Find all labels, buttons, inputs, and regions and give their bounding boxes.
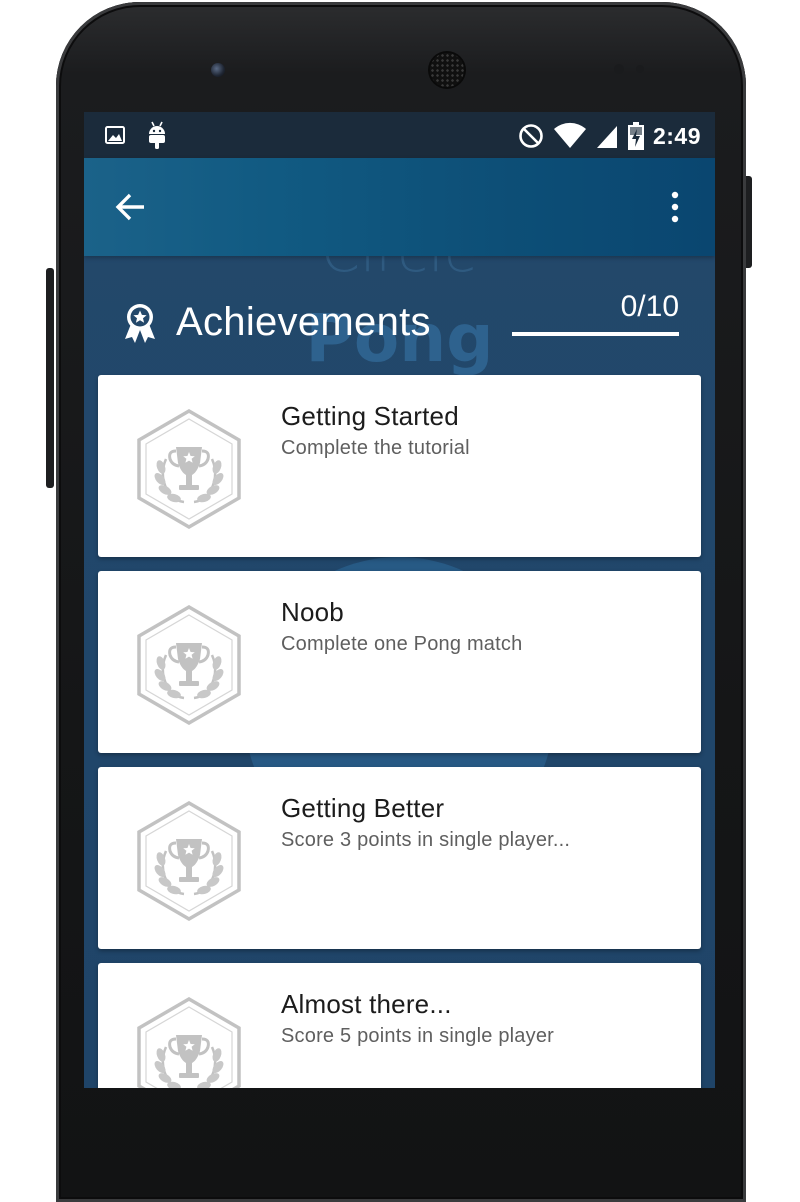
achievement-title: Almost there...: [281, 989, 452, 1019]
image-icon: [105, 126, 125, 144]
android-icon: [149, 121, 165, 149]
achievement-description: Score 3 points in single player...: [281, 829, 571, 851]
page-title: Achievements: [176, 300, 431, 344]
achievement-card[interactable]: Almost there... Score 5 points in single…: [98, 963, 701, 1088]
achievement-description: Complete one Pong match: [281, 633, 523, 655]
status-time: 2:49: [652, 122, 701, 149]
achievements-header: Achievements 0/10: [84, 288, 715, 368]
trophy-badge-icon: [137, 605, 241, 725]
achievement-title: Noob: [281, 597, 344, 627]
achievement-card[interactable]: Getting Better Score 3 points in single …: [98, 767, 701, 949]
arrow-back-icon: [115, 193, 144, 221]
proximity-sensor: [614, 64, 624, 74]
front-camera-icon: [211, 63, 225, 77]
achievement-description: Score 5 points in single player: [281, 1025, 555, 1047]
trophy-badge-icon: [137, 997, 241, 1088]
trophy-badge-icon: [137, 409, 241, 529]
signal-icon: [596, 126, 617, 148]
more-vert-icon: [671, 191, 679, 223]
wifi-icon: [553, 122, 586, 148]
achievement-title: Getting Started: [281, 401, 459, 431]
trophy-badge-icon: [137, 801, 241, 921]
overflow-menu-button[interactable]: [655, 184, 695, 230]
battery-charging-icon: [627, 122, 644, 150]
progress-count: 0/10: [620, 290, 679, 323]
award-ribbon-icon: [125, 304, 155, 343]
achievement-description: Complete the tutorial: [281, 437, 470, 459]
earpiece-speaker: [430, 53, 464, 87]
app-toolbar: [84, 158, 715, 256]
volume-button: [46, 268, 54, 488]
back-button[interactable]: [106, 184, 160, 230]
achievement-card[interactable]: Getting Started Complete the tutorial: [98, 375, 701, 557]
light-sensor: [636, 65, 644, 73]
achievement-card[interactable]: Noob Complete one Pong match: [98, 571, 701, 753]
do-not-disturb-icon: [519, 124, 543, 148]
status-bar: 2:49: [84, 112, 715, 158]
progress-bar: [512, 332, 679, 336]
app-screen: Circle Pong: [84, 112, 715, 1088]
achievement-title: Getting Better: [281, 793, 445, 823]
status-icons: 2:49: [517, 120, 701, 152]
